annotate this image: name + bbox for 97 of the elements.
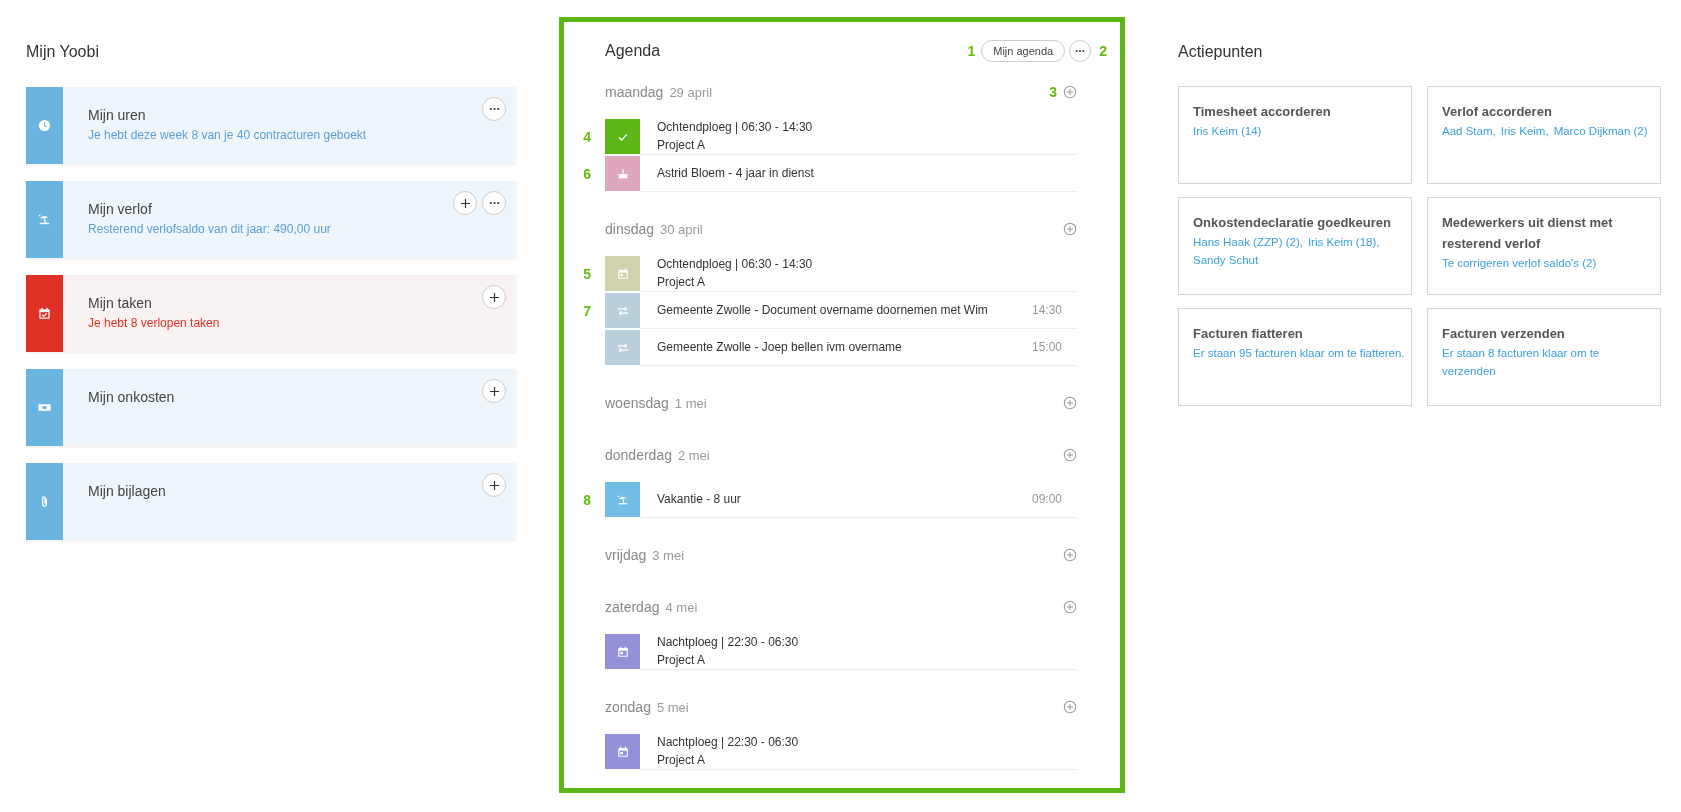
- widget-card[interactable]: Mijn onkosten: [26, 369, 516, 446]
- event-text: Vakantie - 8 uur: [657, 491, 742, 508]
- plus-icon: [488, 291, 500, 303]
- card-subtitle: Je hebt deze week 8 van je 40 contracturen geboekt: [88, 128, 368, 142]
- day-name: zaterdag: [605, 599, 660, 615]
- add-button[interactable]: [482, 285, 506, 309]
- event-text: Gemeente Zwolle - Joep bellen ivm overname: [657, 339, 903, 356]
- section-title: Actiepunten: [1178, 43, 1264, 61]
- calendar-icon: [615, 266, 630, 281]
- add-event-icon[interactable]: [1063, 222, 1077, 236]
- agenda-button[interactable]: Mijn agenda: [981, 40, 1066, 62]
- card-title: Mijn onkosten: [88, 389, 176, 405]
- day-date: 2 mei: [677, 447, 711, 463]
- clock-icon: [37, 118, 52, 133]
- day-date: 4 mei: [665, 599, 699, 615]
- beach-umbrella-icon: [37, 212, 52, 227]
- event-text: Astrid Bloem - 4 jaar in dienst: [657, 165, 815, 182]
- card-subtitle: Resterend verlofsaldo van dit jaar: 490,00 uur: [88, 222, 332, 236]
- event-text: Nachtploeg | 22:30 - 06:30: [657, 734, 800, 751]
- widget-card[interactable]: Mijn taken Je hebt 8 verlopen taken: [26, 275, 516, 352]
- event-text: Ochtendploeg | 06:30 - 14:30: [657, 119, 814, 136]
- day-name: donderdag: [605, 447, 672, 463]
- more-icon: [1075, 49, 1086, 53]
- link[interactable]: Aad Stam,: [1442, 122, 1496, 140]
- add-button[interactable]: [482, 379, 506, 403]
- marker-number: 7: [583, 302, 591, 319]
- day-date: 3 mei: [652, 547, 686, 563]
- marker-number: 8: [583, 491, 591, 508]
- card-title: Medewerkers uit dienst met resterend verlof: [1442, 214, 1614, 253]
- day-name: dinsdag: [605, 221, 655, 237]
- plus-icon: [459, 197, 471, 209]
- card-title: Mijn uren: [88, 107, 147, 123]
- add-event-icon[interactable]: [1063, 396, 1077, 410]
- plus-icon: [488, 385, 500, 397]
- event-text: Gemeente Zwolle - Document overname doornemen met Wim: [657, 302, 989, 319]
- day-date: 1 mei: [674, 395, 708, 411]
- more-icon: [488, 201, 500, 205]
- calendar-icon: [615, 744, 630, 759]
- day-name: zondag: [605, 699, 651, 715]
- marker-number: 1: [967, 43, 976, 59]
- add-button[interactable]: [482, 473, 506, 497]
- link[interactable]: Iris Keim,: [1500, 122, 1549, 140]
- link[interactable]: Iris Keim (18),: [1307, 233, 1380, 251]
- event-text: Project A: [657, 752, 707, 769]
- marker-number: 6: [583, 165, 591, 182]
- plus-icon: [488, 479, 500, 491]
- marker-number: 2: [1099, 43, 1107, 59]
- day-date: 30 april: [660, 221, 704, 237]
- add-event-icon[interactable]: [1063, 600, 1077, 614]
- day-date: 29 april: [669, 84, 714, 100]
- add-button[interactable]: [453, 191, 477, 215]
- event-time: 14:30: [1031, 303, 1062, 317]
- more-button[interactable]: [482, 97, 506, 121]
- card-title: Onkostendeclaratie goedkeuren: [1193, 214, 1392, 232]
- calendar-check-icon: [37, 306, 52, 321]
- link[interactable]: Er staan 95 facturen klaar om te fiatteren.: [1193, 344, 1405, 362]
- day-name: maandag: [605, 84, 664, 100]
- link[interactable]: Er staan 8 facturen klaar om te verzenden: [1442, 344, 1656, 380]
- widget-card[interactable]: Mijn uren Je hebt deze week 8 van je 40 contracturen geboekt: [26, 87, 516, 164]
- event-text: Project A: [657, 652, 707, 669]
- card-title: Mijn taken: [88, 295, 153, 311]
- link[interactable]: Te corrigeren verlof saldo's (2): [1442, 254, 1597, 272]
- link[interactable]: Marco Dijkman (2): [1553, 122, 1648, 140]
- widget-card[interactable]: Mijn bijlagen: [26, 463, 516, 540]
- add-event-icon[interactable]: [1063, 85, 1077, 99]
- section-title: Agenda: [605, 42, 662, 60]
- link[interactable]: Hans Haak (ZZP) (2),: [1193, 233, 1303, 251]
- card-title: Timesheet accorderen: [1193, 103, 1332, 121]
- event-text: Ochtendploeg | 06:30 - 14:30: [657, 256, 814, 273]
- event-text: Project A: [657, 274, 707, 291]
- card-title: Mijn verlof: [88, 201, 153, 217]
- event-text: Project A: [657, 137, 707, 154]
- more-button[interactable]: [1069, 40, 1092, 62]
- card-title: Mijn bijlagen: [88, 483, 167, 499]
- more-icon: [488, 107, 500, 111]
- section-title: Mijn Yoobi: [26, 43, 100, 61]
- marker-number: 4: [583, 128, 591, 145]
- event-time: 09:00: [1031, 492, 1062, 506]
- add-event-icon[interactable]: [1063, 700, 1077, 714]
- day-name: woensdag: [605, 395, 669, 411]
- link[interactable]: Sandy Schut: [1193, 251, 1259, 269]
- add-event-icon[interactable]: [1063, 448, 1077, 462]
- add-event-icon[interactable]: [1063, 548, 1077, 562]
- card-title: Facturen verzenden: [1442, 325, 1566, 343]
- more-button[interactable]: [482, 191, 506, 215]
- day-date: 5 mei: [656, 699, 690, 715]
- link[interactable]: Iris Keim (14): [1193, 122, 1262, 140]
- day-name: vrijdag: [605, 547, 647, 563]
- marker-number: 3: [1049, 84, 1057, 100]
- widget-card[interactable]: Mijn verlof Resterend verlofsaldo van dit jaar: 490,00 uur: [26, 181, 516, 258]
- event-text: Nachtploeg | 22:30 - 06:30: [657, 634, 800, 651]
- card-subtitle: Je hebt 8 verlopen taken: [88, 316, 221, 330]
- event-time: 15:00: [1031, 340, 1062, 354]
- card-title: Facturen fiatteren: [1193, 325, 1304, 343]
- card-title: Verlof accorderen: [1442, 103, 1553, 121]
- marker-number: 5: [583, 265, 591, 282]
- calendar-icon: [615, 644, 630, 659]
